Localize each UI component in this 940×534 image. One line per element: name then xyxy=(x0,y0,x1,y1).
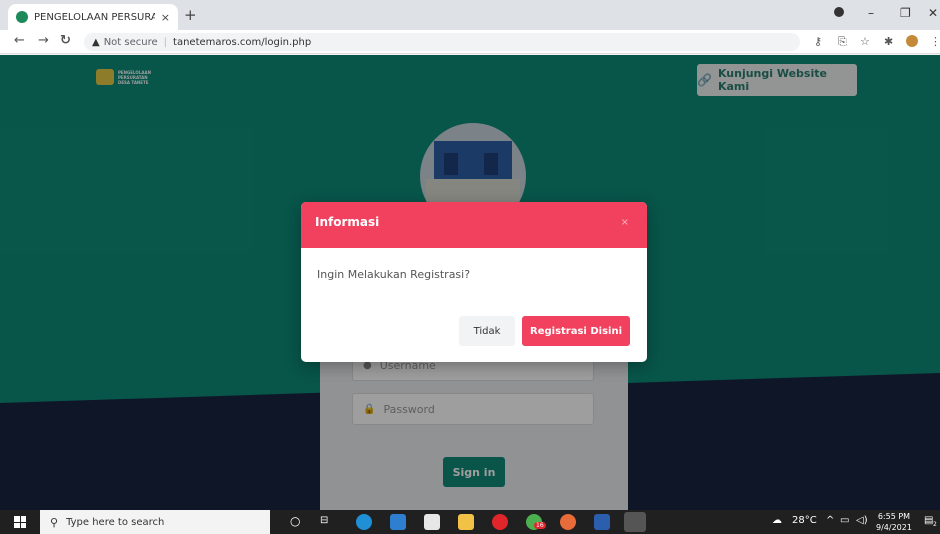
favicon-icon xyxy=(16,11,28,23)
notification-badge: 16 xyxy=(534,522,546,529)
maximize-button[interactable]: ❐ xyxy=(900,6,911,20)
extensions-icon[interactable]: ✱ xyxy=(884,35,893,48)
search-icon: ⚲ xyxy=(50,515,59,529)
browser-toolbar: ← → ↻ ▲ Not secure | tanetemaros.com/log… xyxy=(0,30,940,54)
active-app-icon[interactable] xyxy=(624,512,646,532)
taskbar: ⚲ Type here to search ○ ⊟ 16 ☁ 28°C ^ ▭ … xyxy=(0,510,940,534)
star-icon[interactable]: ☆ xyxy=(860,35,870,48)
security-label: Not secure xyxy=(103,36,158,48)
modal-message: Ingin Melakukan Registrasi? xyxy=(317,268,471,281)
browser-tab-bar: PENGELOLAAN PERSURATAN DE × + – ❐ ✕ xyxy=(0,0,940,30)
forward-icon[interactable]: → xyxy=(38,33,49,48)
weather-icon[interactable]: ☁ xyxy=(772,515,782,526)
avatar-icon[interactable] xyxy=(906,35,918,47)
opera-icon[interactable] xyxy=(492,514,508,530)
register-button[interactable]: Registrasi Disini xyxy=(522,316,630,346)
tab-title: PENGELOLAAN PERSURATAN DE xyxy=(34,11,155,23)
clock[interactable]: 6:55 PM 9/4/2021 xyxy=(876,511,912,533)
url-text: tanetemaros.com/login.php xyxy=(173,36,312,48)
powerpoint-icon[interactable] xyxy=(560,514,576,530)
warning-icon: ▲ xyxy=(92,36,100,48)
close-window-button[interactable]: ✕ xyxy=(928,6,938,20)
info-modal: Informasi × Ingin Melakukan Registrasi? … xyxy=(301,202,647,362)
close-icon[interactable]: × xyxy=(621,217,629,228)
volume-icon[interactable]: ◁) xyxy=(856,515,868,526)
key-icon[interactable]: ⚷ xyxy=(814,35,822,48)
taskbar-search[interactable]: ⚲ Type here to search xyxy=(40,510,270,534)
clock-time: 6:55 PM xyxy=(877,512,911,521)
new-tab-button[interactable]: + xyxy=(184,6,197,24)
modal-header: Informasi × xyxy=(301,202,647,248)
windows-start-icon[interactable] xyxy=(14,516,26,528)
word-icon[interactable] xyxy=(594,514,610,530)
network-icon[interactable]: ▭ xyxy=(840,515,849,526)
weather-temp[interactable]: 28°C xyxy=(792,515,817,526)
tab-close-icon[interactable]: × xyxy=(161,11,170,24)
modal-title: Informasi xyxy=(315,215,380,229)
clock-date: 9/4/2021 xyxy=(876,523,912,532)
browser-tab[interactable]: PENGELOLAAN PERSURATAN DE × xyxy=(8,4,178,30)
edge-icon[interactable] xyxy=(356,514,372,530)
separator: | xyxy=(163,36,168,48)
search-placeholder: Type here to search xyxy=(66,516,165,528)
cortana-icon[interactable]: ○ xyxy=(290,514,300,528)
reload-icon[interactable]: ↻ xyxy=(60,33,71,48)
file-explorer-icon[interactable] xyxy=(458,514,474,530)
task-view-icon[interactable]: ⊟ xyxy=(320,515,328,526)
profile-icon[interactable] xyxy=(834,7,844,17)
store-icon[interactable] xyxy=(424,514,440,530)
address-bar[interactable]: ▲ Not secure | tanetemaros.com/login.php xyxy=(84,33,800,51)
minimize-button[interactable]: – xyxy=(868,6,874,20)
notification-count: 2 xyxy=(933,521,937,528)
translate-icon[interactable]: ⎘ xyxy=(838,35,847,49)
cancel-button[interactable]: Tidak xyxy=(459,316,515,346)
mail-icon[interactable] xyxy=(390,514,406,530)
menu-icon[interactable]: ⋮ xyxy=(930,35,940,48)
chevron-up-icon[interactable]: ^ xyxy=(826,515,834,526)
back-icon[interactable]: ← xyxy=(14,33,25,48)
